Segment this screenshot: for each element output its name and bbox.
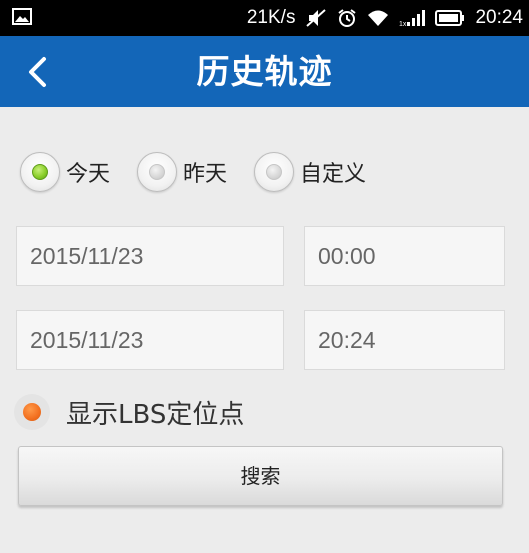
page-title: 历史轨迹 xyxy=(196,52,333,91)
start-time-field[interactable]: 00:00 xyxy=(304,226,505,286)
clock-time: 20:24 xyxy=(475,7,523,28)
radio-selected-dot xyxy=(32,164,48,180)
app-header: 历史轨迹 xyxy=(0,36,529,107)
radio-yesterday[interactable]: 昨天 xyxy=(137,149,227,195)
radio-custom[interactable]: 自定义 xyxy=(254,149,366,195)
radio-today[interactable]: 今天 xyxy=(20,149,110,195)
lbs-label: 显示LBS定位点 xyxy=(66,399,245,430)
radio-unselected-dot xyxy=(149,164,165,180)
svg-text:1x: 1x xyxy=(399,21,407,27)
radio-unselected-dot xyxy=(266,164,282,180)
search-button[interactable]: 搜索 xyxy=(18,446,503,506)
end-date-field[interactable]: 2015/11/23 xyxy=(16,310,284,370)
signal-icon: 1x xyxy=(399,9,426,27)
lbs-option[interactable]: 显示LBS定位点 xyxy=(14,392,244,432)
end-time-field[interactable]: 20:24 xyxy=(304,310,505,370)
alarm-icon xyxy=(337,8,357,28)
image-notification-icon xyxy=(12,8,32,25)
network-speed: 21K/s xyxy=(246,7,296,28)
radio-label-today: 今天 xyxy=(66,162,111,187)
lbs-toggle[interactable] xyxy=(14,394,50,430)
wifi-icon xyxy=(367,9,389,27)
radio-button[interactable] xyxy=(254,152,294,192)
mute-icon xyxy=(305,8,327,28)
radio-button[interactable] xyxy=(20,152,60,192)
radio-label-yesterday: 昨天 xyxy=(183,162,228,187)
lbs-on-dot xyxy=(23,403,41,421)
status-bar: 21K/s 1x 20:24 xyxy=(0,0,529,36)
battery-icon xyxy=(435,9,465,27)
radio-button[interactable] xyxy=(137,152,177,192)
radio-label-custom: 自定义 xyxy=(300,162,367,187)
start-date-field[interactable]: 2015/11/23 xyxy=(16,226,284,286)
